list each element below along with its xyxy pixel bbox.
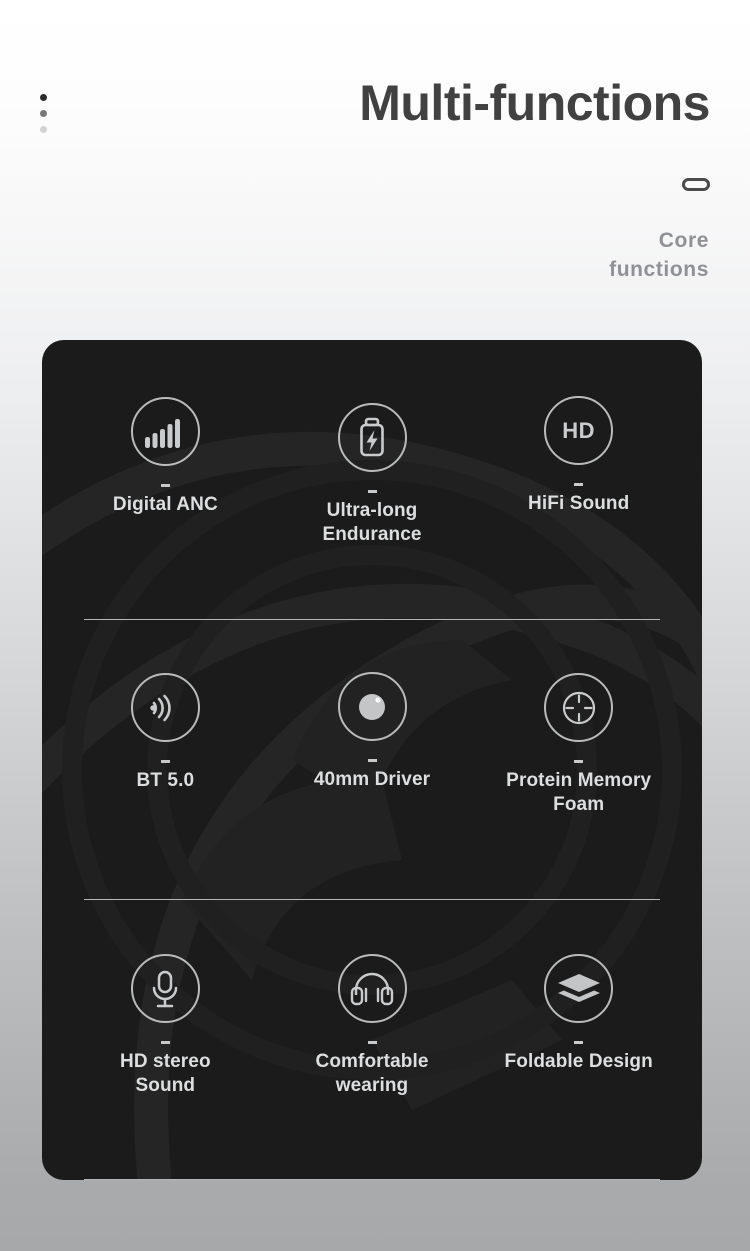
pill-capsule-icon — [682, 178, 710, 191]
subtitle-line-2: functions — [609, 258, 709, 282]
feature-row: BT 5.0 40mm Driver Protein Memory Foam — [42, 620, 702, 900]
features-grid: Digital ANC Ultra-long Endurance HD HiFi… — [42, 340, 702, 1180]
label-dash — [160, 484, 170, 487]
feature-label-line-2: Foam — [553, 793, 605, 815]
label-dash — [367, 1041, 377, 1044]
feature-label-line-2: wearing — [335, 1074, 409, 1096]
subtitle-line-1: Core — [658, 229, 709, 252]
feature-label: Foldable Design — [504, 1051, 653, 1072]
label-dash — [160, 760, 170, 763]
feature-item-bt-5-0[interactable]: BT 5.0 — [62, 673, 269, 793]
feature-label-line-1: Ultra-long — [326, 500, 418, 521]
feature-item-40mm-driver[interactable]: 40mm Driver — [269, 672, 476, 792]
dot-active — [40, 94, 47, 101]
feature-item-comfortable-wearing[interactable]: Comfortable wearing — [269, 954, 476, 1097]
feature-label: 40mm Driver — [313, 769, 431, 790]
stacked-layers-icon — [544, 954, 614, 1023]
feature-label: HiFi Sound — [528, 493, 630, 514]
label-dash — [367, 490, 377, 493]
hd-badge-icon: HD — [544, 396, 614, 465]
battery-bolt-icon — [337, 403, 407, 472]
feature-item-hd-stereo-sound[interactable]: HD stereo Sound — [62, 954, 269, 1097]
crosshair-target-icon — [544, 673, 614, 742]
signal-bars-icon — [130, 397, 200, 466]
feature-row: HD stereo Sound Comfortable wearing Fold… — [42, 900, 702, 1180]
label-dash — [574, 483, 584, 486]
feature-item-foldable-design[interactable]: Foldable Design — [475, 954, 682, 1074]
step-dots-indicator — [40, 94, 47, 133]
label-dash — [574, 760, 584, 763]
feature-label: Protein Memory Foam — [506, 769, 651, 816]
feature-label: Ultra-long Endurance — [322, 499, 421, 546]
feature-label-line-2: Sound — [135, 1074, 196, 1096]
microphone-icon — [130, 954, 200, 1023]
row-divider — [84, 1179, 660, 1180]
feature-label-line-2: Endurance — [322, 523, 422, 545]
feature-label: Comfortable wearing — [316, 1050, 429, 1097]
speaker-driver-icon — [337, 672, 407, 741]
feature-item-ultra-long-endurance[interactable]: Ultra-long Endurance — [269, 403, 476, 546]
feature-item-protein-memory-foam[interactable]: Protein Memory Foam — [475, 673, 682, 816]
feature-label-line-1: Protein Memory — [506, 770, 652, 791]
dot-medium — [40, 110, 47, 117]
feature-label-line-1: HD stereo — [120, 1051, 211, 1072]
dot-faded — [40, 126, 47, 133]
feature-label-line-1: Comfortable — [315, 1051, 429, 1072]
hd-badge-text: HD — [562, 417, 596, 443]
label-dash — [574, 1041, 584, 1044]
feature-row: Digital ANC Ultra-long Endurance HD HiFi… — [42, 340, 702, 620]
page-subtitle: Core functions — [609, 226, 709, 285]
feature-label: HD stereo Sound — [120, 1050, 211, 1097]
features-card: Digital ANC Ultra-long Endurance HD HiFi… — [42, 340, 702, 1180]
label-dash — [367, 759, 377, 762]
feature-item-digital-anc[interactable]: Digital ANC — [62, 397, 269, 517]
feature-item-hifi-sound[interactable]: HD HiFi Sound — [475, 396, 682, 516]
feature-label: Digital ANC — [112, 494, 218, 515]
feature-label: BT 5.0 — [136, 770, 195, 791]
bluetooth-waves-icon — [130, 673, 200, 742]
headphones-icon — [337, 954, 407, 1023]
page-header: Multi-functions Core functions — [0, 0, 750, 330]
label-dash — [160, 1041, 170, 1044]
page-title: Multi-functions — [359, 75, 710, 131]
